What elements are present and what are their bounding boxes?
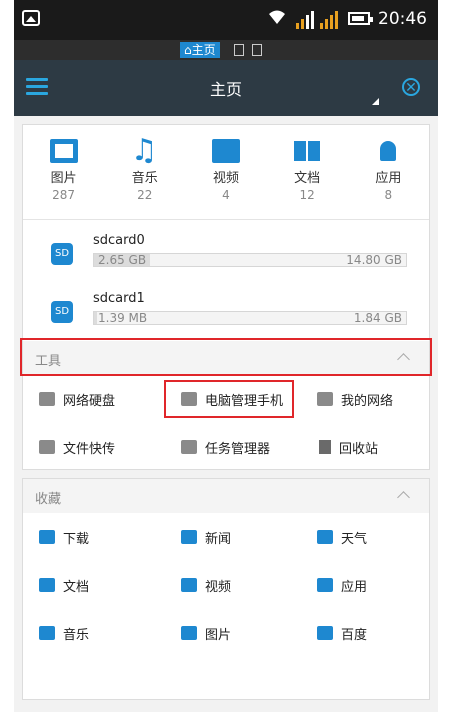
tool-label: 文件快传 xyxy=(63,441,116,457)
storage-used: 1.39 MB xyxy=(98,311,148,325)
sd-card-icon: SD xyxy=(51,243,73,265)
file-transfer-icon xyxy=(39,440,55,454)
favorite-label: 百度 xyxy=(341,627,368,643)
category-label: 文档 xyxy=(294,171,321,186)
category-count: 12 xyxy=(299,188,315,202)
favorite-label: 文档 xyxy=(63,579,90,595)
tool-my-network[interactable]: 我的网络 xyxy=(317,387,393,411)
news-icon xyxy=(181,530,197,544)
category-count: 22 xyxy=(137,188,153,202)
category-label: 视频 xyxy=(212,171,239,186)
baidu-paw-icon xyxy=(317,626,333,640)
tool-recycle-bin[interactable]: 回收站 xyxy=(317,435,378,459)
notification-strip: ⌂主页 xyxy=(14,40,438,60)
category-row: 图片 287 音乐 22 视频 4 文档 12 应用 8 xyxy=(23,125,429,219)
category-count: 8 xyxy=(384,188,393,202)
phone-screen: 20:46 ⌂主页 主页 ✕ 图片 287 音乐 22 视频 xyxy=(14,0,438,712)
chevron-up-icon xyxy=(397,491,410,504)
category-music[interactable]: 音乐 22 xyxy=(110,125,180,219)
favorite-label: 新闻 xyxy=(205,531,232,547)
tool-label: 网络硬盘 xyxy=(63,393,116,409)
app-icon xyxy=(317,578,333,592)
music-icon xyxy=(131,133,159,168)
tool-task-manager[interactable]: 任务管理器 xyxy=(181,435,270,459)
pc-manage-highlight-box xyxy=(164,380,294,418)
favorite-baidu[interactable]: 百度 xyxy=(317,621,367,645)
tool-label: 回收站 xyxy=(339,441,379,457)
signal-icon xyxy=(296,9,338,29)
favorite-news[interactable]: 新闻 xyxy=(181,525,231,549)
category-count: 4 xyxy=(222,188,230,202)
category-label: 应用 xyxy=(375,171,402,186)
tool-network-disk[interactable]: 网络硬盘 xyxy=(39,387,115,411)
tools-highlight-box xyxy=(20,338,432,376)
storage-total: 1.84 GB xyxy=(353,311,402,325)
favorite-music[interactable]: 音乐 xyxy=(39,621,89,645)
favorites-card: 收藏 下载 新闻 天气 文档 视频 应用 音乐 图片 百度 xyxy=(22,478,430,700)
storage-usage-fill xyxy=(94,312,98,324)
divider xyxy=(23,219,429,220)
storage-name: sdcard1 xyxy=(93,291,145,306)
corner-indicator-icon xyxy=(372,98,379,105)
favorite-label: 图片 xyxy=(205,627,232,643)
image-icon xyxy=(49,139,78,163)
section-title: 收藏 xyxy=(35,492,62,507)
favorite-label: 视频 xyxy=(205,579,232,595)
trash-icon xyxy=(319,440,331,454)
category-apps[interactable]: 应用 8 xyxy=(353,125,423,219)
battery-icon xyxy=(348,12,373,25)
favorite-apps[interactable]: 应用 xyxy=(317,573,367,597)
tool-file-transfer[interactable]: 文件快传 xyxy=(39,435,115,459)
storage-sdcard1[interactable]: SD sdcard1 1.39 MB 1.84 GB xyxy=(23,285,429,341)
favorite-video[interactable]: 视频 xyxy=(181,573,231,597)
image-icon xyxy=(181,626,197,640)
storage-used: 2.65 GB xyxy=(98,253,147,267)
sd-card-icon: SD xyxy=(51,301,73,323)
storage-sdcard0[interactable]: SD sdcard0 2.65 GB 14.80 GB xyxy=(23,227,429,283)
network-disk-icon xyxy=(39,392,55,406)
category-images[interactable]: 图片 287 xyxy=(29,125,99,219)
favorite-images[interactable]: 图片 xyxy=(181,621,231,645)
favorite-documents[interactable]: 文档 xyxy=(39,573,89,597)
page-title: 主页 xyxy=(209,80,242,99)
status-bar: 20:46 xyxy=(14,0,438,40)
android-app-icon xyxy=(374,139,402,163)
storage-usage-bar: 1.39 MB 1.84 GB xyxy=(93,311,407,325)
category-documents[interactable]: 文档 12 xyxy=(272,125,342,219)
favorite-label: 下载 xyxy=(63,531,90,547)
category-video[interactable]: 视频 4 xyxy=(191,125,261,219)
storage-usage-bar: 2.65 GB 14.80 GB xyxy=(93,253,407,267)
clock: 20:46 xyxy=(378,9,427,29)
category-label: 音乐 xyxy=(131,171,158,186)
video-icon xyxy=(181,578,197,592)
wifi-icon xyxy=(267,8,287,31)
tool-label: 我的网络 xyxy=(341,393,394,409)
document-icon xyxy=(293,139,321,163)
video-icon xyxy=(211,139,240,163)
close-icon[interactable]: ✕ xyxy=(402,78,420,96)
favorite-label: 音乐 xyxy=(63,627,90,643)
favorite-downloads[interactable]: 下载 xyxy=(39,525,89,549)
home-card: 图片 287 音乐 22 视频 4 文档 12 应用 8 xyxy=(22,124,430,470)
favorite-label: 天气 xyxy=(341,531,368,547)
storage-name: sdcard0 xyxy=(93,233,145,248)
devices-small-icon xyxy=(252,44,262,56)
favorites-section-header[interactable]: 收藏 xyxy=(23,479,429,513)
category-count: 287 xyxy=(52,188,76,202)
favorite-weather[interactable]: 天气 xyxy=(317,525,367,549)
category-label: 图片 xyxy=(50,171,77,186)
music-icon xyxy=(39,626,55,640)
home-notification-tag[interactable]: ⌂主页 xyxy=(180,42,220,58)
my-network-icon xyxy=(317,392,333,406)
tool-label: 任务管理器 xyxy=(205,441,271,457)
storage-total: 14.80 GB xyxy=(346,253,402,267)
app-bar: 主页 ✕ xyxy=(14,60,438,116)
download-icon xyxy=(39,530,55,544)
favorite-label: 应用 xyxy=(341,579,368,595)
document-icon xyxy=(39,578,55,592)
phone-small-icon xyxy=(234,44,244,56)
gallery-notification-icon xyxy=(22,10,40,26)
task-manager-icon xyxy=(181,440,197,454)
weather-icon xyxy=(317,530,333,544)
